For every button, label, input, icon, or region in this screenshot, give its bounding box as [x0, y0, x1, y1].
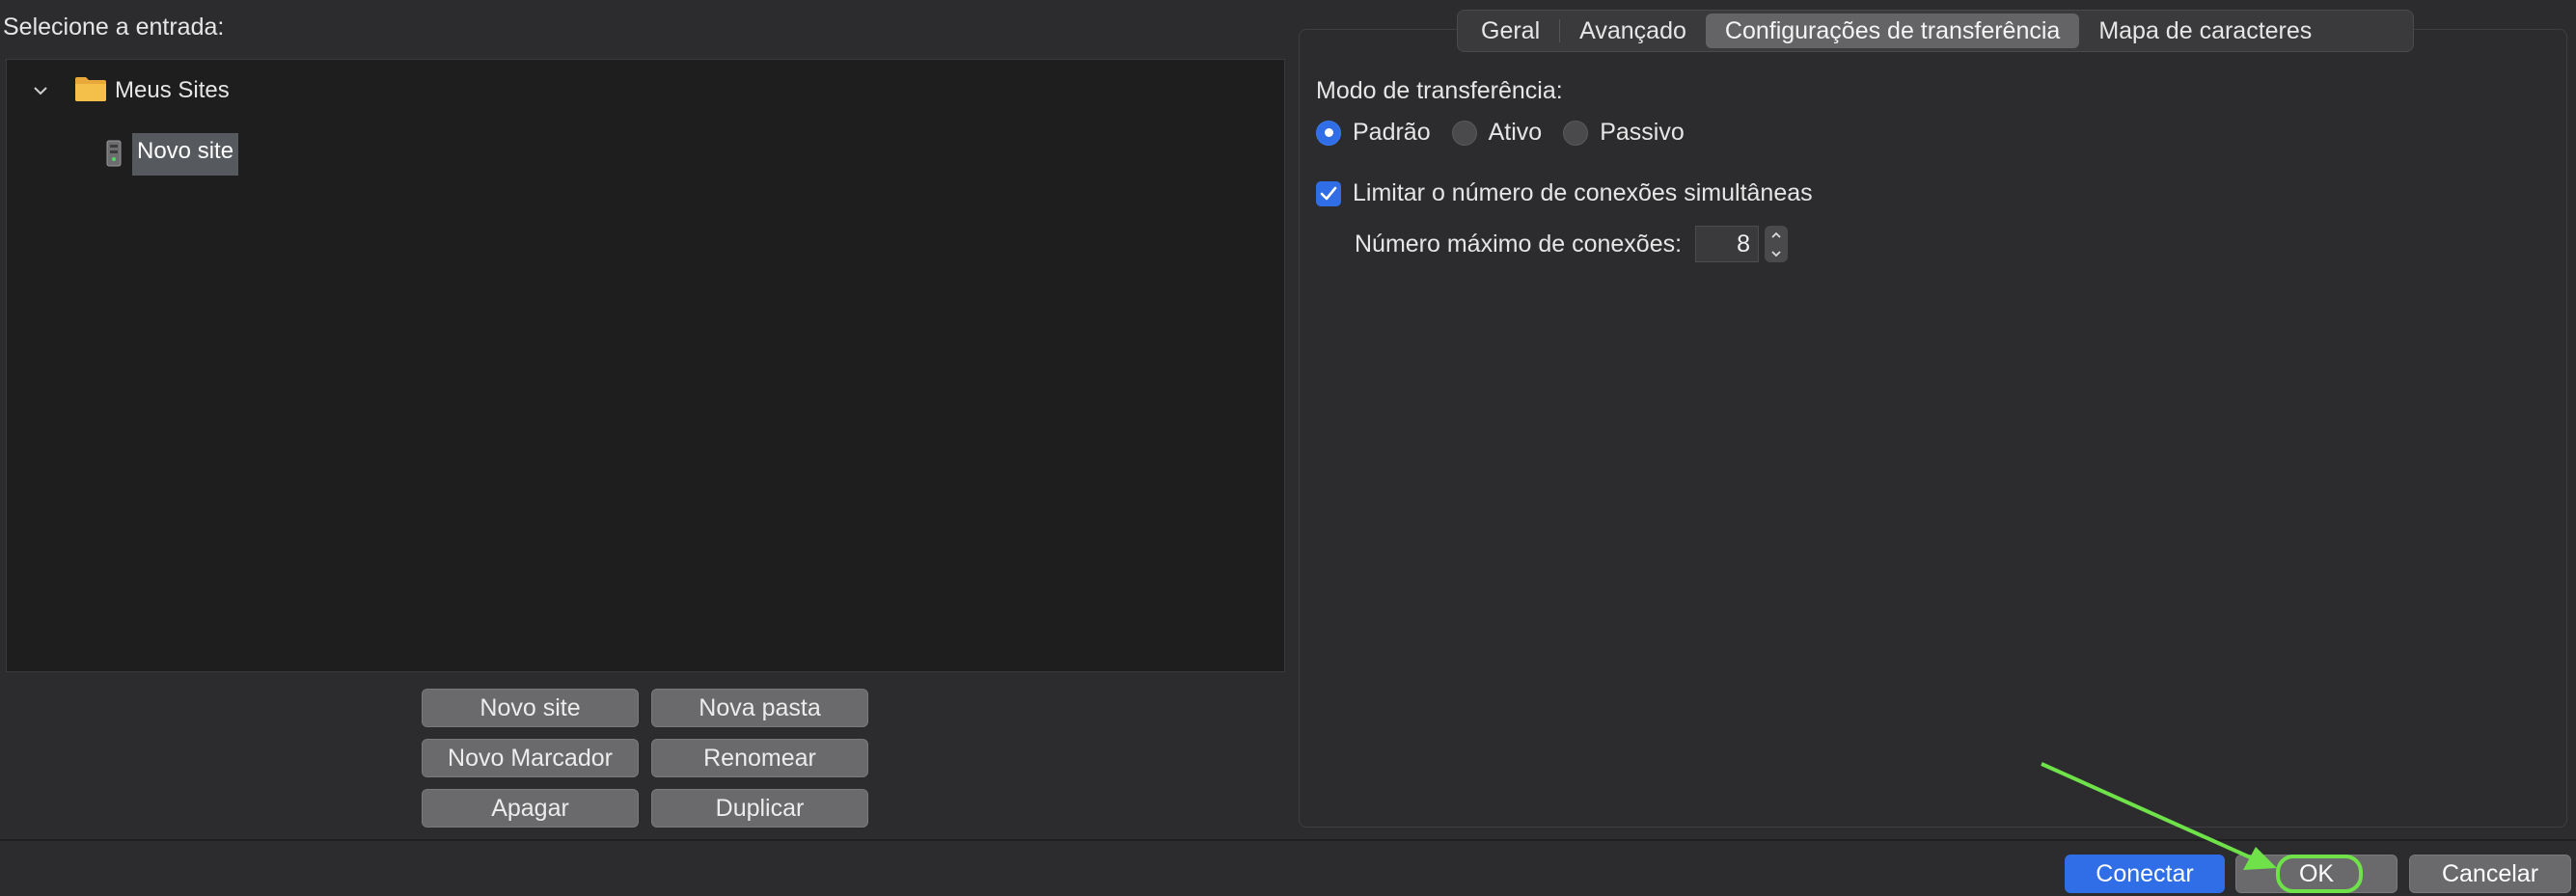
new-site-button[interactable]: Novo site [422, 689, 639, 727]
footer-divider [0, 839, 2576, 841]
max-connections-stepper[interactable] [1765, 226, 1789, 262]
radio-passive[interactable] [1563, 120, 1589, 146]
tab-charset[interactable]: Mapa de caracteres [2079, 14, 2331, 48]
site-tree[interactable]: Meus Sites Novo site [6, 59, 1285, 672]
tab-bar: Geral Avançado Configurações de transfer… [1457, 10, 2414, 52]
radio-active-label[interactable]: Ativo [1489, 119, 1543, 147]
max-connections-input[interactable]: 8 [1695, 226, 1760, 262]
transfer-mode-group: Padrão Ativo Passivo [1316, 119, 1706, 147]
limit-connections-label[interactable]: Limitar o número de conexões simultâneas [1353, 179, 1813, 207]
delete-button[interactable]: Apagar [422, 789, 639, 828]
radio-default-label[interactable]: Padrão [1353, 119, 1431, 147]
tab-advanced[interactable]: Avançado [1560, 14, 1706, 48]
stepper-up-icon[interactable] [1770, 231, 1782, 239]
radio-default[interactable] [1316, 120, 1341, 146]
tab-transfer-settings[interactable]: Configurações de transferência [1705, 14, 2080, 48]
folder-icon [74, 75, 107, 107]
max-connections-label: Número máximo de conexões: [1355, 230, 1683, 258]
chevron-down-icon[interactable] [26, 76, 55, 105]
entry-label: Selecione a entrada: [3, 14, 225, 41]
max-connections-row: Número máximo de conexões: 8 [1355, 226, 1789, 262]
stepper-down-icon[interactable] [1770, 250, 1782, 258]
new-bookmark-button[interactable]: Novo Marcador [422, 739, 639, 777]
tree-site-row[interactable]: Novo site [103, 102, 239, 206]
folder-label: Meus Sites [115, 77, 230, 103]
connect-button[interactable]: Conectar [2065, 855, 2225, 893]
limit-connections-row: Limitar o número de conexões simultâneas [1316, 179, 1813, 207]
limit-connections-checkbox[interactable] [1316, 180, 1341, 206]
rename-button[interactable]: Renomear [651, 739, 868, 777]
radio-passive-label[interactable]: Passivo [1600, 119, 1685, 147]
settings-panel [1299, 29, 2567, 828]
ok-button[interactable]: OK [2235, 855, 2398, 893]
transfer-mode-label: Modo de transferência: [1316, 77, 1563, 104]
site-label[interactable]: Novo site [132, 133, 239, 176]
new-folder-button[interactable]: Nova pasta [651, 689, 868, 727]
tab-general[interactable]: Geral [1462, 14, 1559, 48]
server-icon [103, 140, 124, 169]
cancel-button[interactable]: Cancelar [2409, 855, 2571, 893]
duplicate-button[interactable]: Duplicar [651, 789, 868, 828]
site-manager-dialog: Selecione a entrada: Meus Sites Novo sit… [0, 0, 2576, 896]
radio-active[interactable] [1451, 120, 1477, 146]
